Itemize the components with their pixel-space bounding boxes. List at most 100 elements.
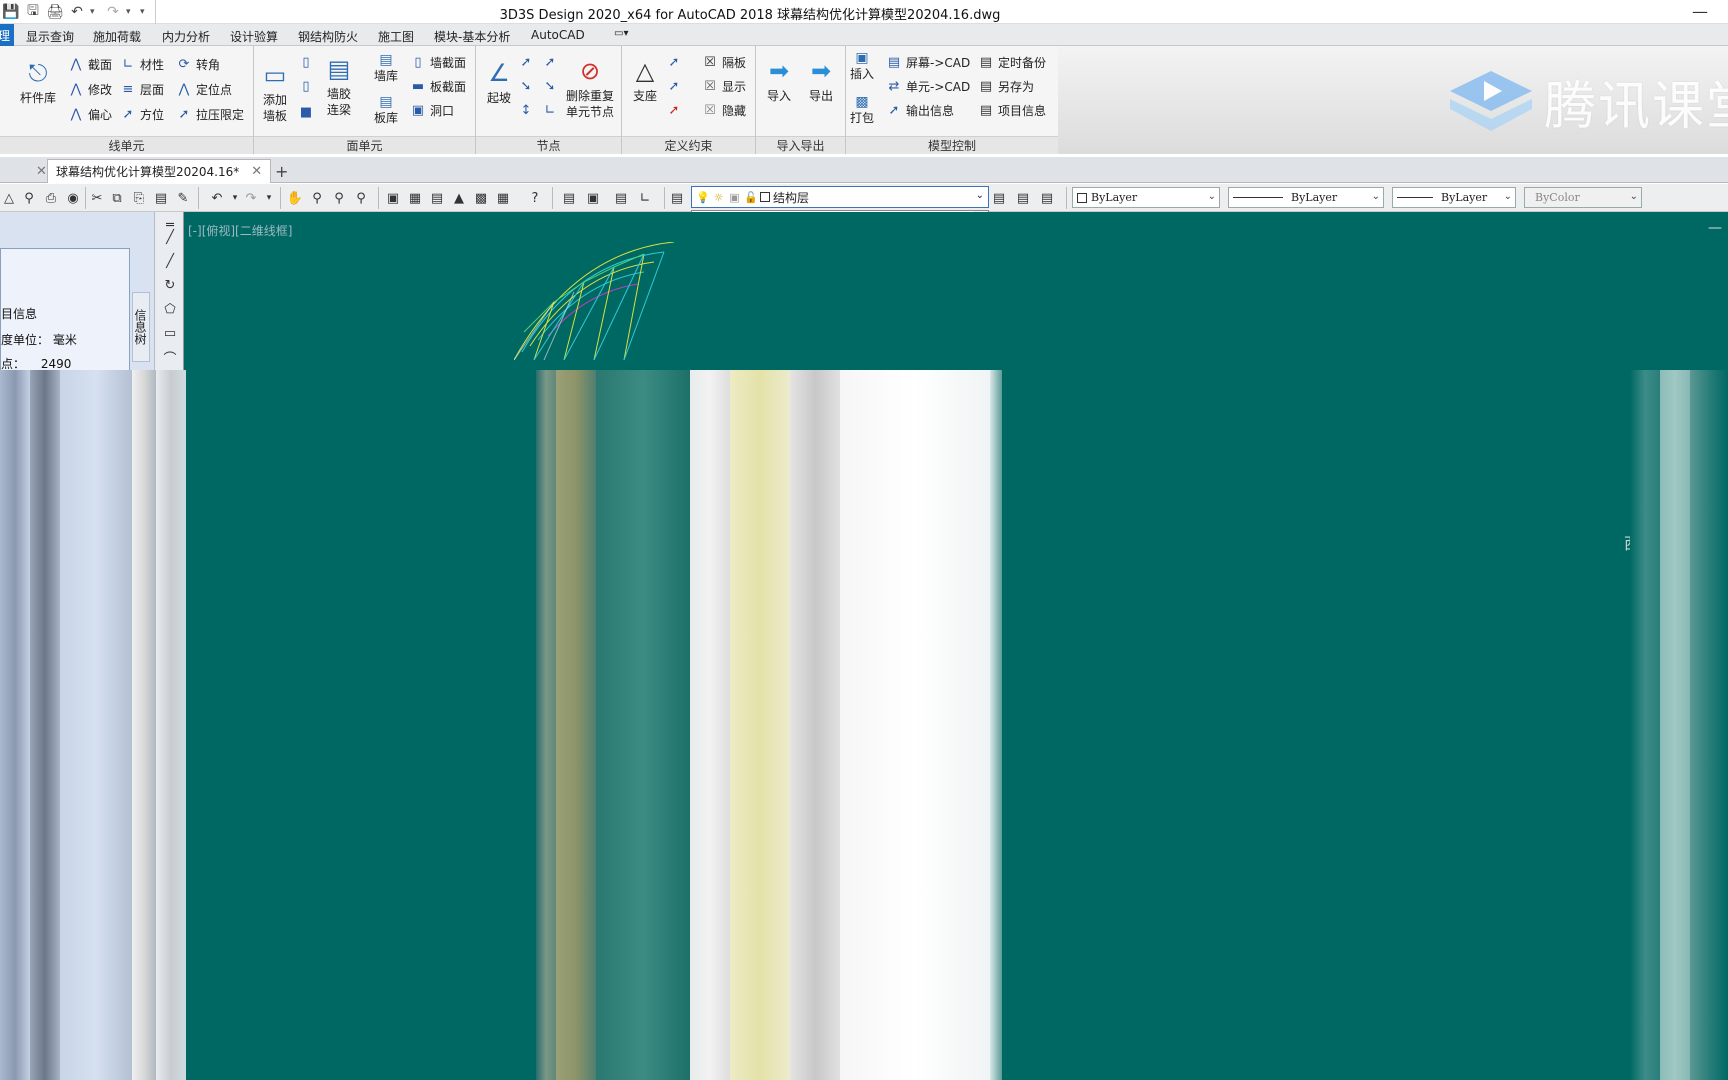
match-properties-icon[interactable]: ✎ bbox=[174, 189, 192, 207]
slab-section-button[interactable]: ▬ 板截面 bbox=[410, 78, 466, 95]
slab-lib-button[interactable]: ▤ 板库 bbox=[374, 94, 398, 126]
zoom-realtime-icon[interactable]: ⚲ bbox=[308, 189, 326, 207]
zoom-previous-icon[interactable]: ⚲ bbox=[352, 189, 370, 207]
pan-hand-icon[interactable]: ✋ bbox=[286, 189, 304, 207]
undo-icon[interactable]: ↶ bbox=[208, 189, 226, 207]
cut-icon[interactable]: ✂ bbox=[88, 189, 106, 207]
open-icon[interactable]: △ bbox=[0, 189, 18, 207]
layer-properties-icon[interactable]: ▤ bbox=[560, 189, 578, 207]
sheet-set-icon[interactable]: ▲ bbox=[450, 189, 468, 207]
new-tab-icon[interactable]: + bbox=[275, 162, 288, 181]
tab-model[interactable]: 理 bbox=[0, 24, 15, 46]
node-tool-3-icon[interactable]: ➘ bbox=[518, 78, 534, 94]
constraint-tool-1-icon[interactable]: ➚ bbox=[666, 54, 682, 70]
rotate-button[interactable]: ⟳ 转角 bbox=[176, 56, 220, 73]
support-button[interactable]: △ 支座 bbox=[628, 54, 662, 104]
output-info-button[interactable]: ➚ 输出信息 bbox=[886, 102, 954, 119]
locate-button[interactable]: ⋀ 定位点 bbox=[176, 81, 232, 98]
tab-design-check[interactable]: 设计验算 bbox=[230, 28, 278, 45]
workspace-dropdown-icon[interactable]: ▭▾ bbox=[614, 28, 628, 39]
minimize-icon[interactable]: — bbox=[1692, 2, 1708, 21]
slope-button[interactable]: ∠ 起坡 bbox=[482, 56, 516, 106]
limit-button[interactable]: ➚ 拉压限定 bbox=[176, 106, 244, 123]
viewport-minimize-icon[interactable]: — bbox=[1708, 220, 1722, 236]
construction-line-icon[interactable]: ╱ bbox=[161, 252, 179, 270]
section-button[interactable]: ⋀ 截面 bbox=[68, 56, 112, 73]
save-as-button[interactable]: ▤ 另存为 bbox=[978, 78, 1034, 95]
wall-column-icon[interactable]: ▯ bbox=[298, 54, 314, 70]
tab-display-query[interactable]: 显示查询 bbox=[26, 28, 74, 45]
orient-button[interactable]: ➚ 方位 bbox=[120, 106, 164, 123]
line-icon[interactable]: ╱ bbox=[161, 228, 179, 246]
tab-autocad[interactable]: AutoCAD bbox=[531, 28, 585, 42]
make-current-icon[interactable]: ▤ bbox=[990, 189, 1008, 207]
tab-analysis[interactable]: 内力分析 bbox=[162, 28, 210, 45]
screen-to-cad-button[interactable]: ▤ 屏幕->CAD bbox=[886, 54, 970, 71]
markup-icon[interactable]: ▩ bbox=[472, 189, 490, 207]
paste-special-icon[interactable]: ▤ bbox=[152, 189, 170, 207]
copy-icon[interactable]: ⧉ bbox=[108, 189, 126, 207]
modify-button[interactable]: ⋀ 修改 bbox=[68, 81, 112, 98]
redo-dropdown-icon[interactable]: ▾ bbox=[260, 189, 278, 207]
viewport-label[interactable]: [-][俯视][二维线框] bbox=[188, 222, 292, 239]
doc-tab-active[interactable]: 球幕结构优化计算模型20204.16* ✕ bbox=[47, 159, 272, 183]
calculator-icon[interactable]: ▦ bbox=[494, 189, 512, 207]
color-combo[interactable]: ByLayer ⌄ bbox=[1072, 187, 1220, 208]
tab-apply-load[interactable]: 施加荷载 bbox=[93, 28, 141, 45]
offset-button[interactable]: ⋀ 偏心 bbox=[68, 106, 112, 123]
polygon-icon[interactable]: ⬠ bbox=[161, 300, 179, 318]
node-tool-1-icon[interactable]: ➚ bbox=[518, 54, 534, 70]
layer-match-icon[interactable]: ∟ bbox=[636, 189, 654, 207]
show-button[interactable]: ☒ 显示 bbox=[702, 78, 746, 95]
wallcol-beam-button[interactable]: ▤ 墙胶 连梁 bbox=[322, 52, 356, 118]
lineweight-combo[interactable]: ByLayer ⌄ bbox=[1392, 187, 1516, 208]
tab-drawings[interactable]: 施工图 bbox=[378, 28, 414, 45]
pack-button[interactable]: ▩ 打包 bbox=[850, 94, 874, 126]
plot-icon[interactable]: ⎙ bbox=[42, 189, 60, 207]
zoom-window-icon[interactable]: ⚲ bbox=[330, 189, 348, 207]
layer-state-icon[interactable]: ▣ bbox=[584, 189, 602, 207]
plotstyle-combo[interactable]: ByColor ⌄ bbox=[1524, 187, 1642, 208]
wall-section-button[interactable]: ▯ 墙截面 bbox=[410, 54, 466, 71]
element-to-cad-button[interactable]: ⇄ 单元->CAD bbox=[886, 78, 971, 95]
add-wall-button[interactable]: ▭ 添加 墙板 bbox=[258, 58, 292, 124]
material-button[interactable]: ∟ 材性 bbox=[120, 56, 164, 73]
wall-lib-button[interactable]: ▤ 墙库 bbox=[374, 52, 398, 84]
tab-module-basic[interactable]: 模块-基本分析 bbox=[434, 28, 510, 45]
layer-iso-icon[interactable]: ▤ bbox=[1038, 189, 1056, 207]
redo-icon[interactable]: ↷ bbox=[242, 189, 260, 207]
tab-fire[interactable]: 钢结构防火 bbox=[298, 28, 358, 45]
tool-palettes-icon[interactable]: ▤ bbox=[428, 189, 446, 207]
partition-button[interactable]: ☒ 隔板 bbox=[702, 54, 746, 71]
constraint-tool-3-icon[interactable]: ➚ bbox=[666, 102, 682, 118]
node-tool-5-icon[interactable]: ↕ bbox=[518, 102, 534, 118]
paste-icon[interactable]: ⎘ bbox=[130, 189, 148, 207]
info-tree-tab[interactable]: 信息树 bbox=[132, 292, 150, 362]
constraint-tool-2-icon[interactable]: ➚ bbox=[666, 78, 682, 94]
wall-beam-icon[interactable]: ▯ bbox=[298, 78, 314, 94]
export-button[interactable]: ➡ 导出 bbox=[804, 54, 838, 104]
timed-backup-button[interactable]: ▤ 定时备份 bbox=[978, 54, 1046, 71]
project-info-button[interactable]: ▤ 项目信息 bbox=[978, 102, 1046, 119]
member-lib-button[interactable]: ⎋ 杆件库 bbox=[20, 56, 56, 106]
opening-button[interactable]: ▣ 洞口 bbox=[410, 102, 454, 119]
close-icon[interactable]: ✕ bbox=[36, 164, 47, 179]
rectangle-icon[interactable]: ▭ bbox=[161, 324, 179, 342]
layer-manager-icon[interactable]: ▤ bbox=[668, 189, 686, 207]
design-center-icon[interactable]: ▦ bbox=[406, 189, 424, 207]
import-button[interactable]: ➡ 导入 bbox=[762, 54, 796, 104]
layer-button[interactable]: ≡ 层面 bbox=[120, 81, 164, 98]
publish-icon[interactable]: ◉ bbox=[64, 189, 82, 207]
wall-fill-icon[interactable]: ■ bbox=[298, 104, 314, 120]
layer-dropdown[interactable]: 💡 ☼ ▣ 🔓 结构层 ⌄ bbox=[691, 186, 989, 208]
hide-button[interactable]: ☒ 隐藏 bbox=[702, 102, 746, 119]
polyline-icon[interactable]: ↻ bbox=[161, 276, 179, 294]
node-tool-6-icon[interactable]: ∟ bbox=[542, 102, 558, 118]
zoom-preview-icon[interactable]: ⚲ bbox=[20, 189, 38, 207]
help-icon[interactable]: ? bbox=[526, 189, 544, 207]
properties-icon[interactable]: ▣ bbox=[384, 189, 402, 207]
linetype-combo[interactable]: ByLayer ⌄ bbox=[1228, 187, 1384, 208]
insert-button[interactable]: ▣ 插入 bbox=[850, 50, 874, 82]
node-tool-4-icon[interactable]: ➘ bbox=[542, 78, 558, 94]
layer-walk-icon[interactable]: ▤ bbox=[1014, 189, 1032, 207]
